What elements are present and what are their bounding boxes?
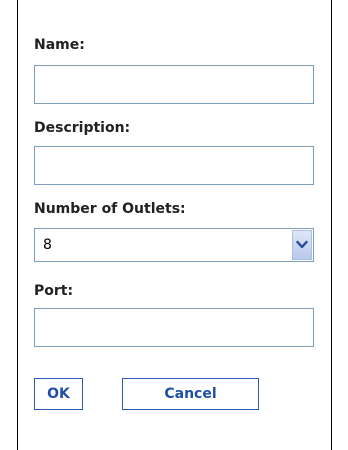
form-panel: Name: Description: Number of Outlets: 8 … [17,0,332,450]
cancel-button[interactable]: Cancel [122,378,259,410]
dropdown-button[interactable] [292,230,312,260]
description-input[interactable] [34,146,314,185]
port-input[interactable] [34,308,314,347]
name-label: Name: [34,37,85,53]
name-input[interactable] [34,65,314,104]
chevron-down-icon [296,240,308,249]
ok-button[interactable]: OK [34,378,83,410]
outlets-select[interactable]: 8 [34,228,314,262]
port-label: Port: [34,283,74,299]
description-label: Description: [34,120,131,136]
outlets-selected-value: 8 [43,237,52,253]
outlets-label: Number of Outlets: [34,201,186,217]
